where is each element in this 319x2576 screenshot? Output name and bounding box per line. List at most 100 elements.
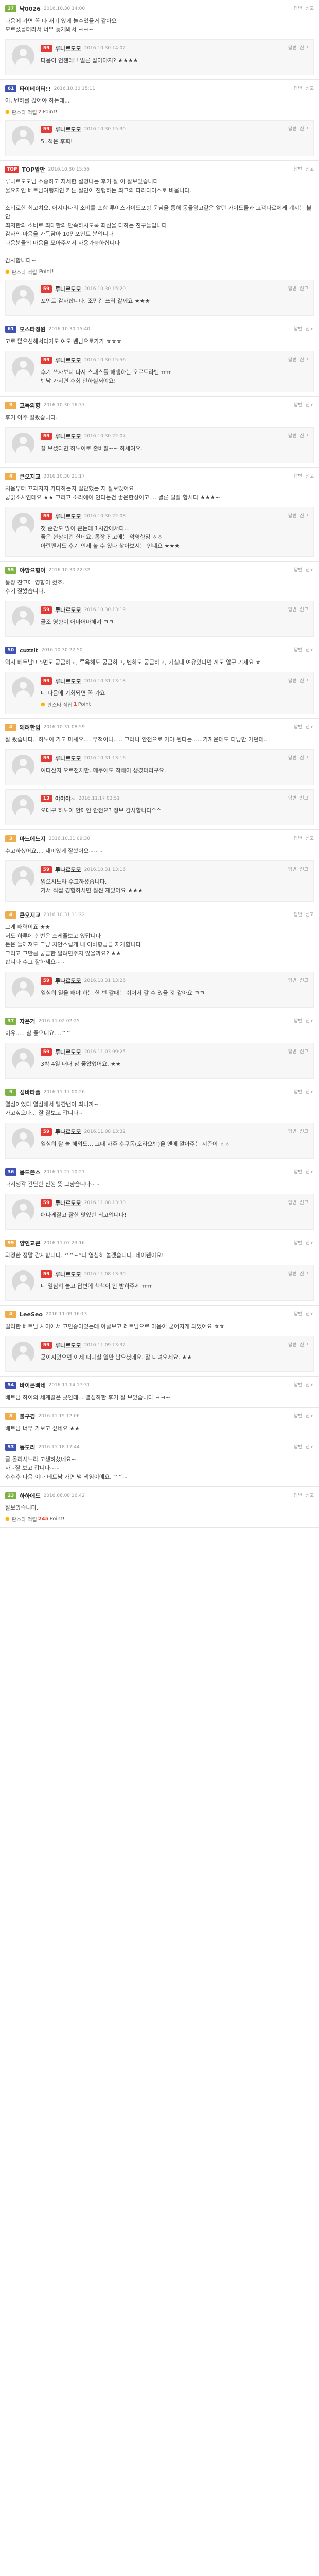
report-button[interactable]: 신고: [305, 1241, 314, 1246]
reply-button[interactable]: 답변: [288, 1343, 297, 1348]
report-button[interactable]: 신고: [299, 756, 308, 761]
report-button[interactable]: 신고: [305, 6, 314, 11]
author-nickname[interactable]: 동도리: [20, 1443, 35, 1451]
reply-button[interactable]: 답변: [288, 1049, 297, 1055]
report-button[interactable]: 신고: [299, 358, 308, 363]
author-nickname[interactable]: 고독의향: [20, 401, 40, 410]
report-button[interactable]: 신고: [299, 607, 308, 613]
author-nickname[interactable]: 큰오지교: [20, 911, 40, 919]
author-nickname[interactable]: 루나르도모: [55, 125, 81, 133]
report-button[interactable]: 신고: [305, 836, 314, 841]
reply-button[interactable]: 답변: [288, 286, 297, 292]
reply-button[interactable]: 답변: [294, 1170, 303, 1175]
author-nickname[interactable]: 하하에드: [20, 1492, 40, 1500]
reply-button[interactable]: 답변: [294, 1312, 303, 1317]
author-nickname[interactable]: 바이콘빠네: [20, 1381, 46, 1389]
report-button[interactable]: 신고: [305, 1414, 314, 1419]
reply-button[interactable]: 답변: [288, 434, 297, 439]
author-nickname[interactable]: 불구경: [20, 1412, 35, 1420]
report-button[interactable]: 신고: [299, 1200, 308, 1206]
reply-button[interactable]: 답변: [288, 679, 297, 684]
report-button[interactable]: 신고: [305, 1493, 314, 1498]
report-button[interactable]: 신고: [305, 167, 314, 172]
report-button[interactable]: 신고: [299, 1272, 308, 1277]
author-nickname[interactable]: 모스타정원: [20, 325, 46, 333]
report-button[interactable]: 신고: [299, 978, 308, 984]
reply-button[interactable]: 답변: [294, 912, 303, 918]
report-button[interactable]: 신고: [305, 86, 314, 91]
report-button[interactable]: 신고: [305, 403, 314, 408]
reply-button[interactable]: 답변: [294, 86, 303, 91]
reply-button[interactable]: 답변: [288, 46, 297, 51]
report-button[interactable]: 신고: [305, 1312, 314, 1317]
author-nickname[interactable]: 야망으형이: [20, 566, 46, 574]
reply-button[interactable]: 답변: [288, 1200, 297, 1206]
report-button[interactable]: 신고: [305, 1445, 314, 1450]
author-nickname[interactable]: 루나르도모: [55, 285, 81, 293]
reply-button[interactable]: 답변: [294, 1445, 303, 1450]
reply-button[interactable]: 답변: [294, 725, 303, 730]
reply-button[interactable]: 답변: [288, 514, 297, 519]
author-nickname[interactable]: 야야야~: [55, 794, 76, 803]
reply-button[interactable]: 답변: [294, 1383, 303, 1388]
report-button[interactable]: 신고: [299, 286, 308, 292]
report-button[interactable]: 신고: [305, 568, 314, 573]
author-nickname[interactable]: LeeSeo: [20, 1311, 43, 1318]
report-button[interactable]: 신고: [299, 1129, 308, 1134]
author-nickname[interactable]: 루나르도모: [55, 606, 81, 614]
author-nickname[interactable]: 섬바타플: [20, 1088, 40, 1096]
report-button[interactable]: 신고: [305, 648, 314, 653]
reply-button[interactable]: 답변: [294, 1241, 303, 1246]
author-nickname[interactable]: 양인교큰: [20, 1239, 40, 1247]
author-nickname[interactable]: 몸드쯘스: [20, 1168, 40, 1176]
reply-button[interactable]: 답변: [288, 1129, 297, 1134]
author-nickname[interactable]: 루나르도모: [55, 977, 81, 985]
reply-button[interactable]: 답변: [288, 358, 297, 363]
reply-button[interactable]: 답변: [294, 327, 303, 332]
report-button[interactable]: 신고: [305, 327, 314, 332]
author-nickname[interactable]: 루나르도모: [55, 1270, 81, 1278]
author-nickname[interactable]: 루나르도모: [55, 44, 81, 53]
reply-button[interactable]: 답변: [294, 648, 303, 653]
author-nickname[interactable]: 루나르도모: [55, 866, 81, 874]
author-nickname[interactable]: 루나르도모: [55, 1128, 81, 1136]
author-nickname[interactable]: 타이베이터!!: [20, 84, 51, 93]
author-nickname[interactable]: TOP알만: [22, 165, 45, 174]
report-button[interactable]: 신고: [305, 474, 314, 479]
author-nickname[interactable]: cuzzit: [20, 647, 38, 654]
reply-button[interactable]: 답변: [288, 1272, 297, 1277]
reply-button[interactable]: 답변: [294, 1414, 303, 1419]
report-button[interactable]: 신고: [305, 725, 314, 730]
reply-button[interactable]: 답변: [294, 1090, 303, 1095]
report-button[interactable]: 신고: [299, 46, 308, 51]
reply-button[interactable]: 답변: [294, 1493, 303, 1498]
author-nickname[interactable]: 낙0026: [20, 5, 41, 13]
author-nickname[interactable]: 루나르도모: [55, 754, 81, 762]
author-nickname[interactable]: 큰오지교: [20, 472, 40, 481]
author-nickname[interactable]: 자은거: [20, 1017, 35, 1025]
report-button[interactable]: 신고: [299, 796, 308, 801]
report-button[interactable]: 신고: [305, 1383, 314, 1388]
reply-button[interactable]: 답변: [288, 796, 297, 801]
report-button[interactable]: 신고: [305, 912, 314, 918]
report-button[interactable]: 신고: [299, 1049, 308, 1055]
reply-button[interactable]: 답변: [288, 867, 297, 872]
reply-button[interactable]: 답변: [288, 127, 297, 132]
reply-button[interactable]: 답변: [288, 756, 297, 761]
author-nickname[interactable]: 루나르도모: [55, 1341, 81, 1349]
author-nickname[interactable]: 루나르도모: [55, 1199, 81, 1207]
report-button[interactable]: 신고: [305, 1019, 314, 1024]
reply-button[interactable]: 답변: [288, 607, 297, 613]
reply-button[interactable]: 답변: [294, 403, 303, 408]
report-button[interactable]: 신고: [299, 679, 308, 684]
reply-button[interactable]: 답변: [294, 568, 303, 573]
author-nickname[interactable]: 마느에느지: [20, 835, 46, 843]
reply-button[interactable]: 답변: [294, 167, 303, 172]
author-nickname[interactable]: 루나르도모: [55, 512, 81, 520]
report-button[interactable]: 신고: [299, 514, 308, 519]
reply-button[interactable]: 답변: [288, 978, 297, 984]
report-button[interactable]: 신고: [299, 1343, 308, 1348]
report-button[interactable]: 신고: [299, 434, 308, 439]
reply-button[interactable]: 답변: [294, 474, 303, 479]
author-nickname[interactable]: 왜려한법: [20, 723, 40, 732]
